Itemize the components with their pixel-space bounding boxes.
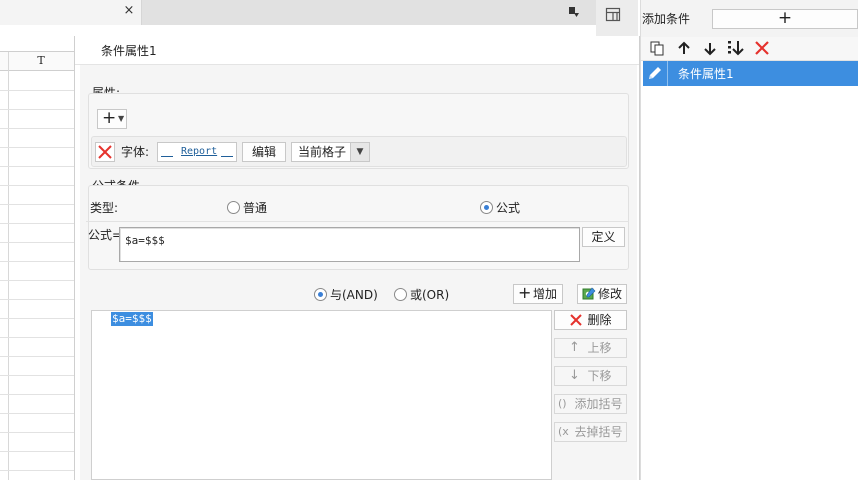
sheet-row-line bbox=[0, 261, 74, 262]
formula-divider bbox=[86, 221, 629, 222]
sheet-row-line bbox=[0, 470, 74, 471]
sheet-row-line bbox=[0, 432, 74, 433]
formula-label: 公式= bbox=[88, 228, 123, 242]
modify-gear-icon bbox=[582, 287, 596, 300]
sheet-row-line bbox=[0, 394, 74, 395]
move-up-button[interactable]: ↑ 上移 bbox=[554, 338, 627, 358]
type-formula-label[interactable]: 公式 bbox=[496, 200, 520, 216]
edit-font-button[interactable]: 编辑 bbox=[242, 142, 286, 162]
delete-x-icon bbox=[570, 314, 582, 326]
plus-icon: + bbox=[518, 283, 532, 302]
font-preview-underline bbox=[161, 156, 173, 157]
move-up-label: 上移 bbox=[587, 341, 612, 355]
sheet-row-line bbox=[0, 90, 74, 91]
row-edit-cell[interactable] bbox=[643, 61, 668, 86]
sheet-row-line bbox=[0, 318, 74, 319]
condition-toolbar bbox=[641, 37, 858, 61]
sheet-row-line bbox=[0, 128, 74, 129]
bracket-icon: () bbox=[558, 397, 567, 410]
add-condition-label: 增加 bbox=[532, 287, 557, 301]
sheet-row-line bbox=[0, 356, 74, 357]
font-label: 字体: bbox=[121, 145, 150, 159]
delete-x-icon[interactable] bbox=[754, 40, 770, 56]
type-formula-radio[interactable] bbox=[480, 201, 493, 214]
move-up-icon[interactable] bbox=[676, 40, 692, 57]
font-preview-underline bbox=[221, 156, 233, 157]
copy-icon[interactable] bbox=[649, 40, 666, 57]
scope-select[interactable]: 当前格子 ▼ bbox=[291, 142, 370, 162]
sheet-row-line bbox=[0, 337, 74, 338]
remove-bracket-button[interactable]: (x 去掉括号 bbox=[554, 422, 627, 442]
add-bracket-button[interactable]: () 添加括号 bbox=[554, 394, 627, 414]
logic-and-label[interactable]: 与(AND) bbox=[330, 287, 378, 303]
define-formula-button[interactable]: 定义 bbox=[582, 227, 625, 247]
sheet-row-line bbox=[0, 147, 74, 148]
modify-condition-label: 修改 bbox=[597, 287, 622, 301]
sheet-row-line bbox=[0, 242, 74, 243]
list-item[interactable]: $a=$$$ bbox=[111, 312, 153, 326]
arrow-down-icon: ↓ bbox=[569, 368, 580, 383]
logic-and-radio[interactable] bbox=[314, 288, 327, 301]
dialog-title: 条件属性1 bbox=[101, 44, 157, 58]
move-down-icon[interactable] bbox=[702, 40, 718, 57]
add-condition-button[interactable]: + 增加 bbox=[513, 284, 563, 304]
sheet-row-line bbox=[0, 223, 74, 224]
remove-bracket-label: 去掉括号 bbox=[574, 425, 623, 439]
layout-grid-icon[interactable] bbox=[605, 6, 623, 24]
scope-select-value: 当前格子 bbox=[298, 145, 347, 159]
plus-icon: + bbox=[102, 108, 117, 128]
font-preview-text: Report bbox=[181, 146, 218, 157]
remove-attribute-button[interactable] bbox=[95, 142, 115, 162]
sheet-row-line bbox=[0, 109, 74, 110]
dropdown-menu-icon[interactable] bbox=[567, 5, 581, 19]
condition-list[interactable]: $a=$$$ bbox=[91, 310, 552, 480]
row-header-border bbox=[8, 52, 9, 480]
font-preview-box: Report bbox=[157, 142, 237, 162]
type-label: 类型: bbox=[90, 201, 119, 215]
column-header-t[interactable]: T bbox=[8, 52, 74, 70]
modify-condition-button[interactable]: 修改 bbox=[577, 284, 627, 304]
sheet-row-line bbox=[0, 375, 74, 376]
condition-list-item-label: 条件属性1 bbox=[678, 67, 734, 81]
chevron-down-icon: ▼ bbox=[118, 114, 125, 123]
chevron-down-icon[interactable]: ▼ bbox=[350, 143, 369, 161]
add-condition-label: 添加条件 bbox=[642, 12, 691, 26]
arrow-up-icon: ↑ bbox=[569, 340, 580, 355]
delete-label: 删除 bbox=[587, 313, 612, 327]
add-attribute-button[interactable]: + ▼ bbox=[97, 109, 127, 129]
formula-input-value: $a=$$$ bbox=[125, 234, 165, 247]
sheet-row-line bbox=[0, 185, 74, 186]
add-bracket-label: 添加括号 bbox=[574, 397, 623, 411]
type-normal-radio[interactable] bbox=[227, 201, 240, 214]
sheet-row-line bbox=[0, 204, 74, 205]
remove-bracket-icon: (x bbox=[558, 425, 569, 438]
sheet-row-line bbox=[0, 451, 74, 452]
plus-icon: + bbox=[777, 8, 793, 28]
sheet-row-line bbox=[0, 413, 74, 414]
pencil-icon bbox=[649, 67, 661, 79]
logic-or-label[interactable]: 或(OR) bbox=[410, 287, 449, 303]
sheet-row-line bbox=[0, 299, 74, 300]
delete-x-icon bbox=[98, 145, 112, 159]
sheet-row-line bbox=[0, 166, 74, 167]
add-condition-panel-button[interactable]: + bbox=[712, 9, 858, 29]
condition-list-item-selected[interactable] bbox=[643, 61, 858, 86]
move-down-button[interactable]: ↓ 下移 bbox=[554, 366, 627, 386]
type-normal-label[interactable]: 普通 bbox=[243, 200, 267, 216]
column-header-row: T bbox=[0, 51, 74, 71]
logic-or-radio[interactable] bbox=[394, 288, 407, 301]
document-tab[interactable] bbox=[0, 0, 142, 25]
delete-button[interactable]: 删除 bbox=[554, 310, 627, 330]
sheet-row-line bbox=[0, 280, 74, 281]
move-down-label: 下移 bbox=[587, 369, 612, 383]
formula-input[interactable]: $a=$$$ bbox=[119, 227, 580, 262]
close-tab-icon[interactable]: × bbox=[122, 3, 136, 19]
move-to-bottom-icon[interactable] bbox=[726, 39, 746, 58]
